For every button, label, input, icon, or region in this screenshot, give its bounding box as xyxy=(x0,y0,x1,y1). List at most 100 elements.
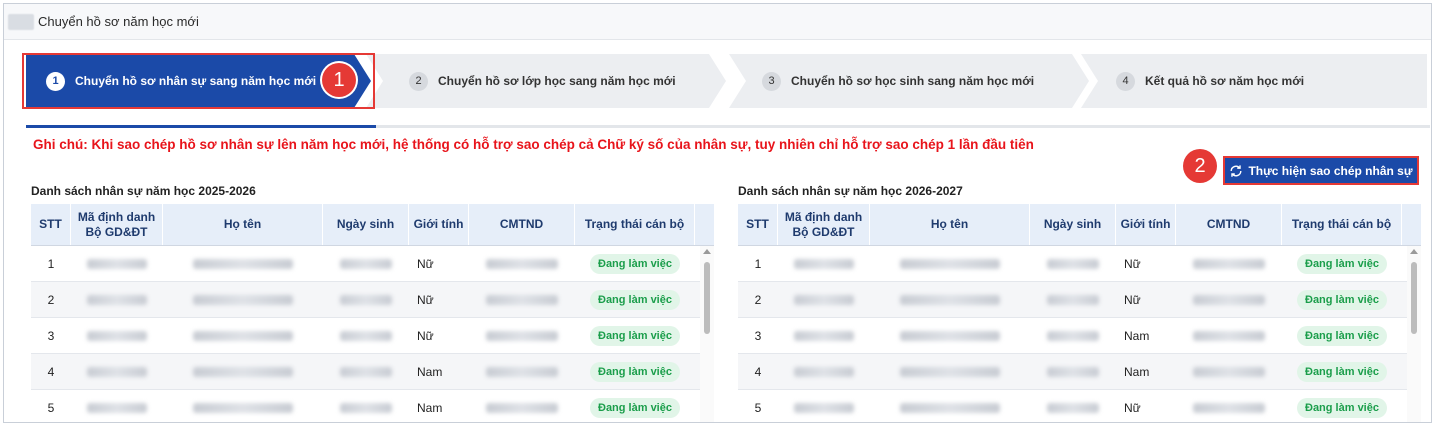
col-gender-cell: Nữ xyxy=(1124,400,1141,415)
col-staff-id-cell xyxy=(71,318,163,353)
col-gender-cell: Nữ xyxy=(417,256,434,271)
col-gender-cell: Nữ xyxy=(417,292,434,307)
redacted-value xyxy=(87,258,147,269)
col-staff-id-header[interactable]: Mã định danh Bộ GD&ĐT xyxy=(71,204,163,245)
col-staff-status-cell: Đang làm việc xyxy=(575,282,695,317)
left-staff-table: STT Mã định danh Bộ GD&ĐT Họ tên Ngày sinh G… xyxy=(31,204,714,422)
table-row[interactable]: 3 Nữ Đang làm việc xyxy=(31,318,714,354)
step-progress-fill xyxy=(26,125,376,128)
redacted-value xyxy=(193,294,293,305)
table-row[interactable]: 2 Nữ Đang làm việc xyxy=(31,282,714,318)
redacted-value xyxy=(87,294,147,305)
callout-badge-2: 2 xyxy=(1183,149,1217,183)
col-stt-header[interactable]: STT xyxy=(31,204,71,245)
col-staff-id-cell xyxy=(778,282,870,317)
col-birth-date-cell xyxy=(1030,246,1116,281)
main-window: Chuyển hồ sơ năm học mới 1 Chuyển hồ sơ … xyxy=(3,3,1432,423)
col-gender-cell: Nam xyxy=(417,364,443,379)
redacted-value xyxy=(1047,330,1099,341)
page-title: Chuyển hồ sơ năm học mới xyxy=(38,14,199,29)
scrollbar-thumb[interactable] xyxy=(1411,262,1417,334)
step-label: Kết quả hồ sơ năm học mới xyxy=(1145,74,1305,88)
table-row[interactable]: 1 Nữ Đang làm việc xyxy=(738,246,1421,282)
col-stt-cell: 4 xyxy=(47,364,55,379)
table-scrollbar[interactable] xyxy=(1407,246,1421,422)
status-badge: Đang làm việc xyxy=(590,289,680,310)
col-birth-date-cell xyxy=(323,246,409,281)
table-row[interactable]: 1 Nữ Đang làm việc xyxy=(31,246,714,282)
col-full-name-cell xyxy=(870,390,1030,422)
col-stt-cell: 3 xyxy=(754,328,762,343)
redacted-value xyxy=(794,402,854,413)
table-row[interactable]: 4 Nam Đang làm việc xyxy=(738,354,1421,390)
copy-staff-button[interactable]: Thực hiện sao chép nhân sự xyxy=(1223,156,1419,185)
table-header: STT Mã định danh Bộ GD&ĐT Họ tên Ngày sinh G… xyxy=(738,204,1421,246)
app-logo-icon xyxy=(8,13,34,30)
step-3[interactable]: 3 Chuyển hồ sơ học sinh sang năm học mới xyxy=(729,54,1089,108)
col-id-card-cell xyxy=(469,282,575,317)
table-row[interactable]: 4 Nam Đang làm việc xyxy=(31,354,714,390)
col-birth-date-cell xyxy=(323,354,409,389)
table-row[interactable]: 5 Nam Đang làm việc xyxy=(31,390,714,422)
col-stt-cell: 1 xyxy=(47,256,55,271)
table-row[interactable]: 5 Nữ Đang làm việc xyxy=(738,390,1421,422)
note-text: Ghi chú: Khi sao chép hồ sơ nhân sự lên … xyxy=(33,137,1034,152)
status-badge: Đang làm việc xyxy=(590,253,680,274)
redacted-value xyxy=(1047,366,1099,377)
callout-badge-1: 1 xyxy=(322,63,356,97)
refresh-icon xyxy=(1230,164,1242,177)
table-scrollbar[interactable] xyxy=(700,246,714,422)
col-gender-header[interactable]: Giới tính xyxy=(1116,204,1176,245)
col-id-card-header[interactable]: CMTND xyxy=(469,204,575,245)
status-badge: Đang làm việc xyxy=(1297,253,1387,274)
scrollbar-thumb[interactable] xyxy=(704,262,710,334)
col-stt-header[interactable]: STT xyxy=(738,204,778,245)
col-id-card-cell xyxy=(469,246,575,281)
col-gender-cell: Nữ xyxy=(1124,292,1141,307)
table-row[interactable]: 2 Nữ Đang làm việc xyxy=(738,282,1421,318)
redacted-value xyxy=(1193,402,1265,413)
col-full-name-header[interactable]: Họ tên xyxy=(870,204,1030,245)
col-id-card-header[interactable]: CMTND xyxy=(1176,204,1282,245)
col-id-card-cell xyxy=(469,390,575,422)
col-birth-date-cell xyxy=(323,390,409,422)
table-row[interactable]: 3 Nam Đang làm việc xyxy=(738,318,1421,354)
copy-staff-button-label: Thực hiện sao chép nhân sự xyxy=(1248,163,1413,178)
status-badge: Đang làm việc xyxy=(590,397,680,418)
col-staff-id-cell xyxy=(778,390,870,422)
scroll-up-arrow-icon[interactable] xyxy=(703,249,711,254)
step-4[interactable]: 4 Kết quả hồ sơ năm học mới xyxy=(1081,54,1427,108)
table-header: STT Mã định danh Bộ GD&ĐT Họ tên Ngày sinh G… xyxy=(31,204,714,246)
redacted-value xyxy=(1047,294,1099,305)
col-staff-status-header[interactable]: Trạng thái cán bộ xyxy=(1282,204,1402,245)
status-badge: Đang làm việc xyxy=(1297,361,1387,382)
redacted-value xyxy=(900,402,1000,413)
col-birth-date-header[interactable]: Ngày sinh xyxy=(1030,204,1116,245)
col-staff-status-header[interactable]: Trạng thái cán bộ xyxy=(575,204,695,245)
step-2[interactable]: 2 Chuyển hồ sơ lớp học sang năm học mới xyxy=(366,54,726,108)
redacted-value xyxy=(900,258,1000,269)
col-full-name-cell xyxy=(163,246,323,281)
redacted-value xyxy=(87,402,147,413)
col-full-name-cell xyxy=(870,246,1030,281)
redacted-value xyxy=(794,366,854,377)
col-birth-date-cell xyxy=(1030,282,1116,317)
step-number: 2 xyxy=(409,71,428,91)
col-staff-id-cell xyxy=(71,390,163,422)
col-birth-date-cell xyxy=(323,318,409,353)
col-birth-date-header[interactable]: Ngày sinh xyxy=(323,204,409,245)
scroll-up-arrow-icon[interactable] xyxy=(1410,249,1418,254)
col-staff-status-cell: Đang làm việc xyxy=(575,354,695,389)
col-gender-cell: Nam xyxy=(1124,328,1150,343)
col-gender-cell: Nữ xyxy=(417,328,434,343)
redacted-value xyxy=(1193,258,1265,269)
col-staff-id-cell xyxy=(71,246,163,281)
col-full-name-header[interactable]: Họ tên xyxy=(163,204,323,245)
redacted-value xyxy=(340,330,392,341)
col-stt-cell: 3 xyxy=(47,328,55,343)
col-birth-date-cell xyxy=(1030,390,1116,422)
redacted-value xyxy=(1047,402,1099,413)
redacted-value xyxy=(486,258,558,269)
col-gender-header[interactable]: Giới tính xyxy=(409,204,469,245)
col-staff-id-header[interactable]: Mã định danh Bộ GD&ĐT xyxy=(778,204,870,245)
